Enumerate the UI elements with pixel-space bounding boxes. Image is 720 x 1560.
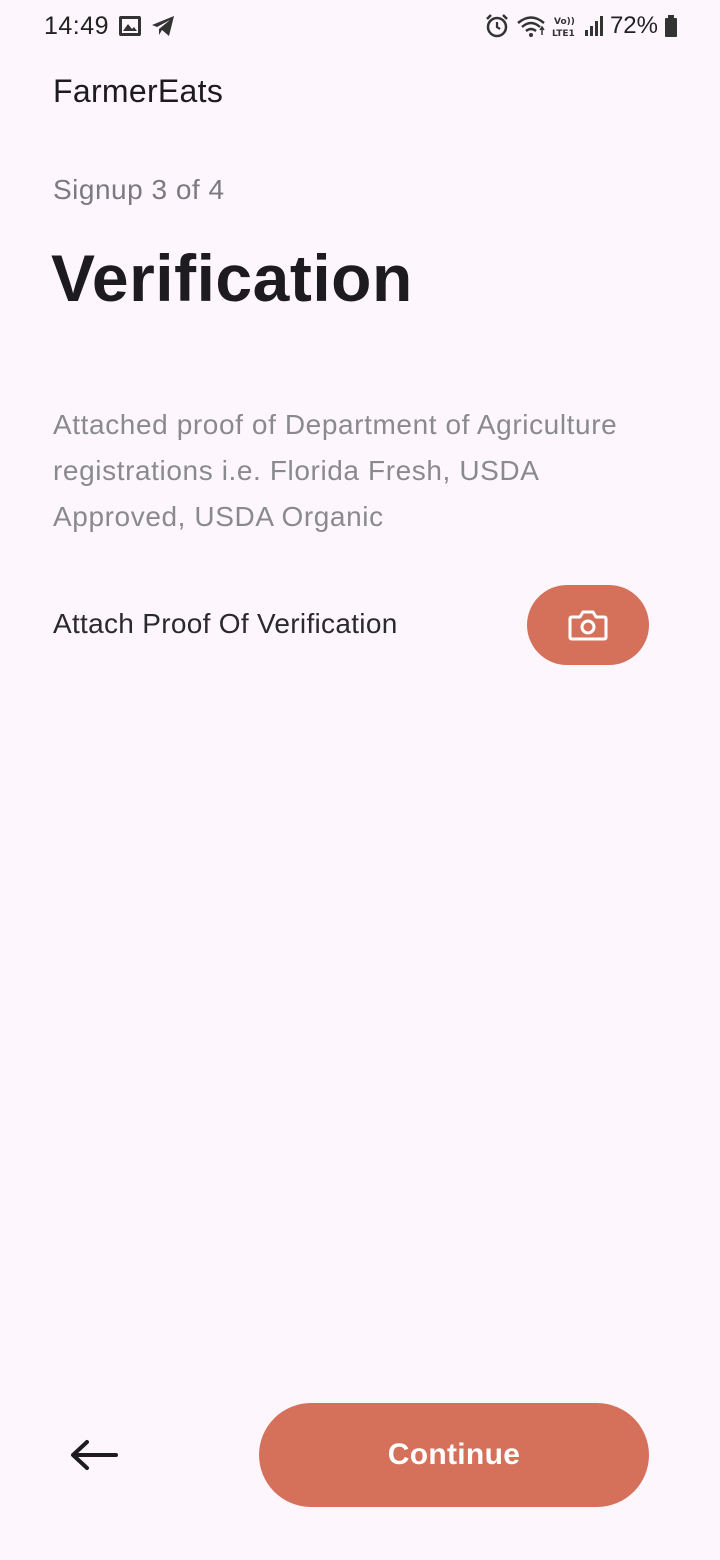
wifi-icon <box>517 16 545 37</box>
signup-step-label: Signup 3 of 4 <box>53 174 225 205</box>
battery-icon <box>665 15 677 37</box>
app-title: FarmerEats <box>53 73 224 109</box>
signal-icon <box>584 16 603 36</box>
telegram-icon <box>152 16 174 36</box>
status-right-icons: Vo)) LTE1 72% <box>484 12 678 40</box>
volte-icon: Vo)) LTE1 <box>552 17 575 39</box>
svg-text:Vo)): Vo)) <box>554 17 575 27</box>
battery-percent: 72% <box>609 12 658 39</box>
back-button[interactable] <box>62 1430 126 1480</box>
camera-icon <box>568 610 608 641</box>
arrow-left-icon <box>71 1440 118 1470</box>
image-icon <box>119 16 141 36</box>
page-title: Verification <box>51 241 413 315</box>
attach-proof-button[interactable] <box>527 585 649 665</box>
status-left-icons <box>118 14 176 38</box>
status-bar: 14:49 Vo)) LTE1 72% <box>0 0 720 56</box>
verification-description: Attached proof of Department of Agricult… <box>53 409 618 532</box>
svg-text:LTE1: LTE1 <box>552 29 575 39</box>
status-time: 14:49 <box>44 12 110 40</box>
attach-proof-label: Attach Proof Of Verification <box>53 608 398 639</box>
continue-button[interactable]: Continue <box>259 1403 649 1507</box>
alarm-icon <box>486 14 508 38</box>
